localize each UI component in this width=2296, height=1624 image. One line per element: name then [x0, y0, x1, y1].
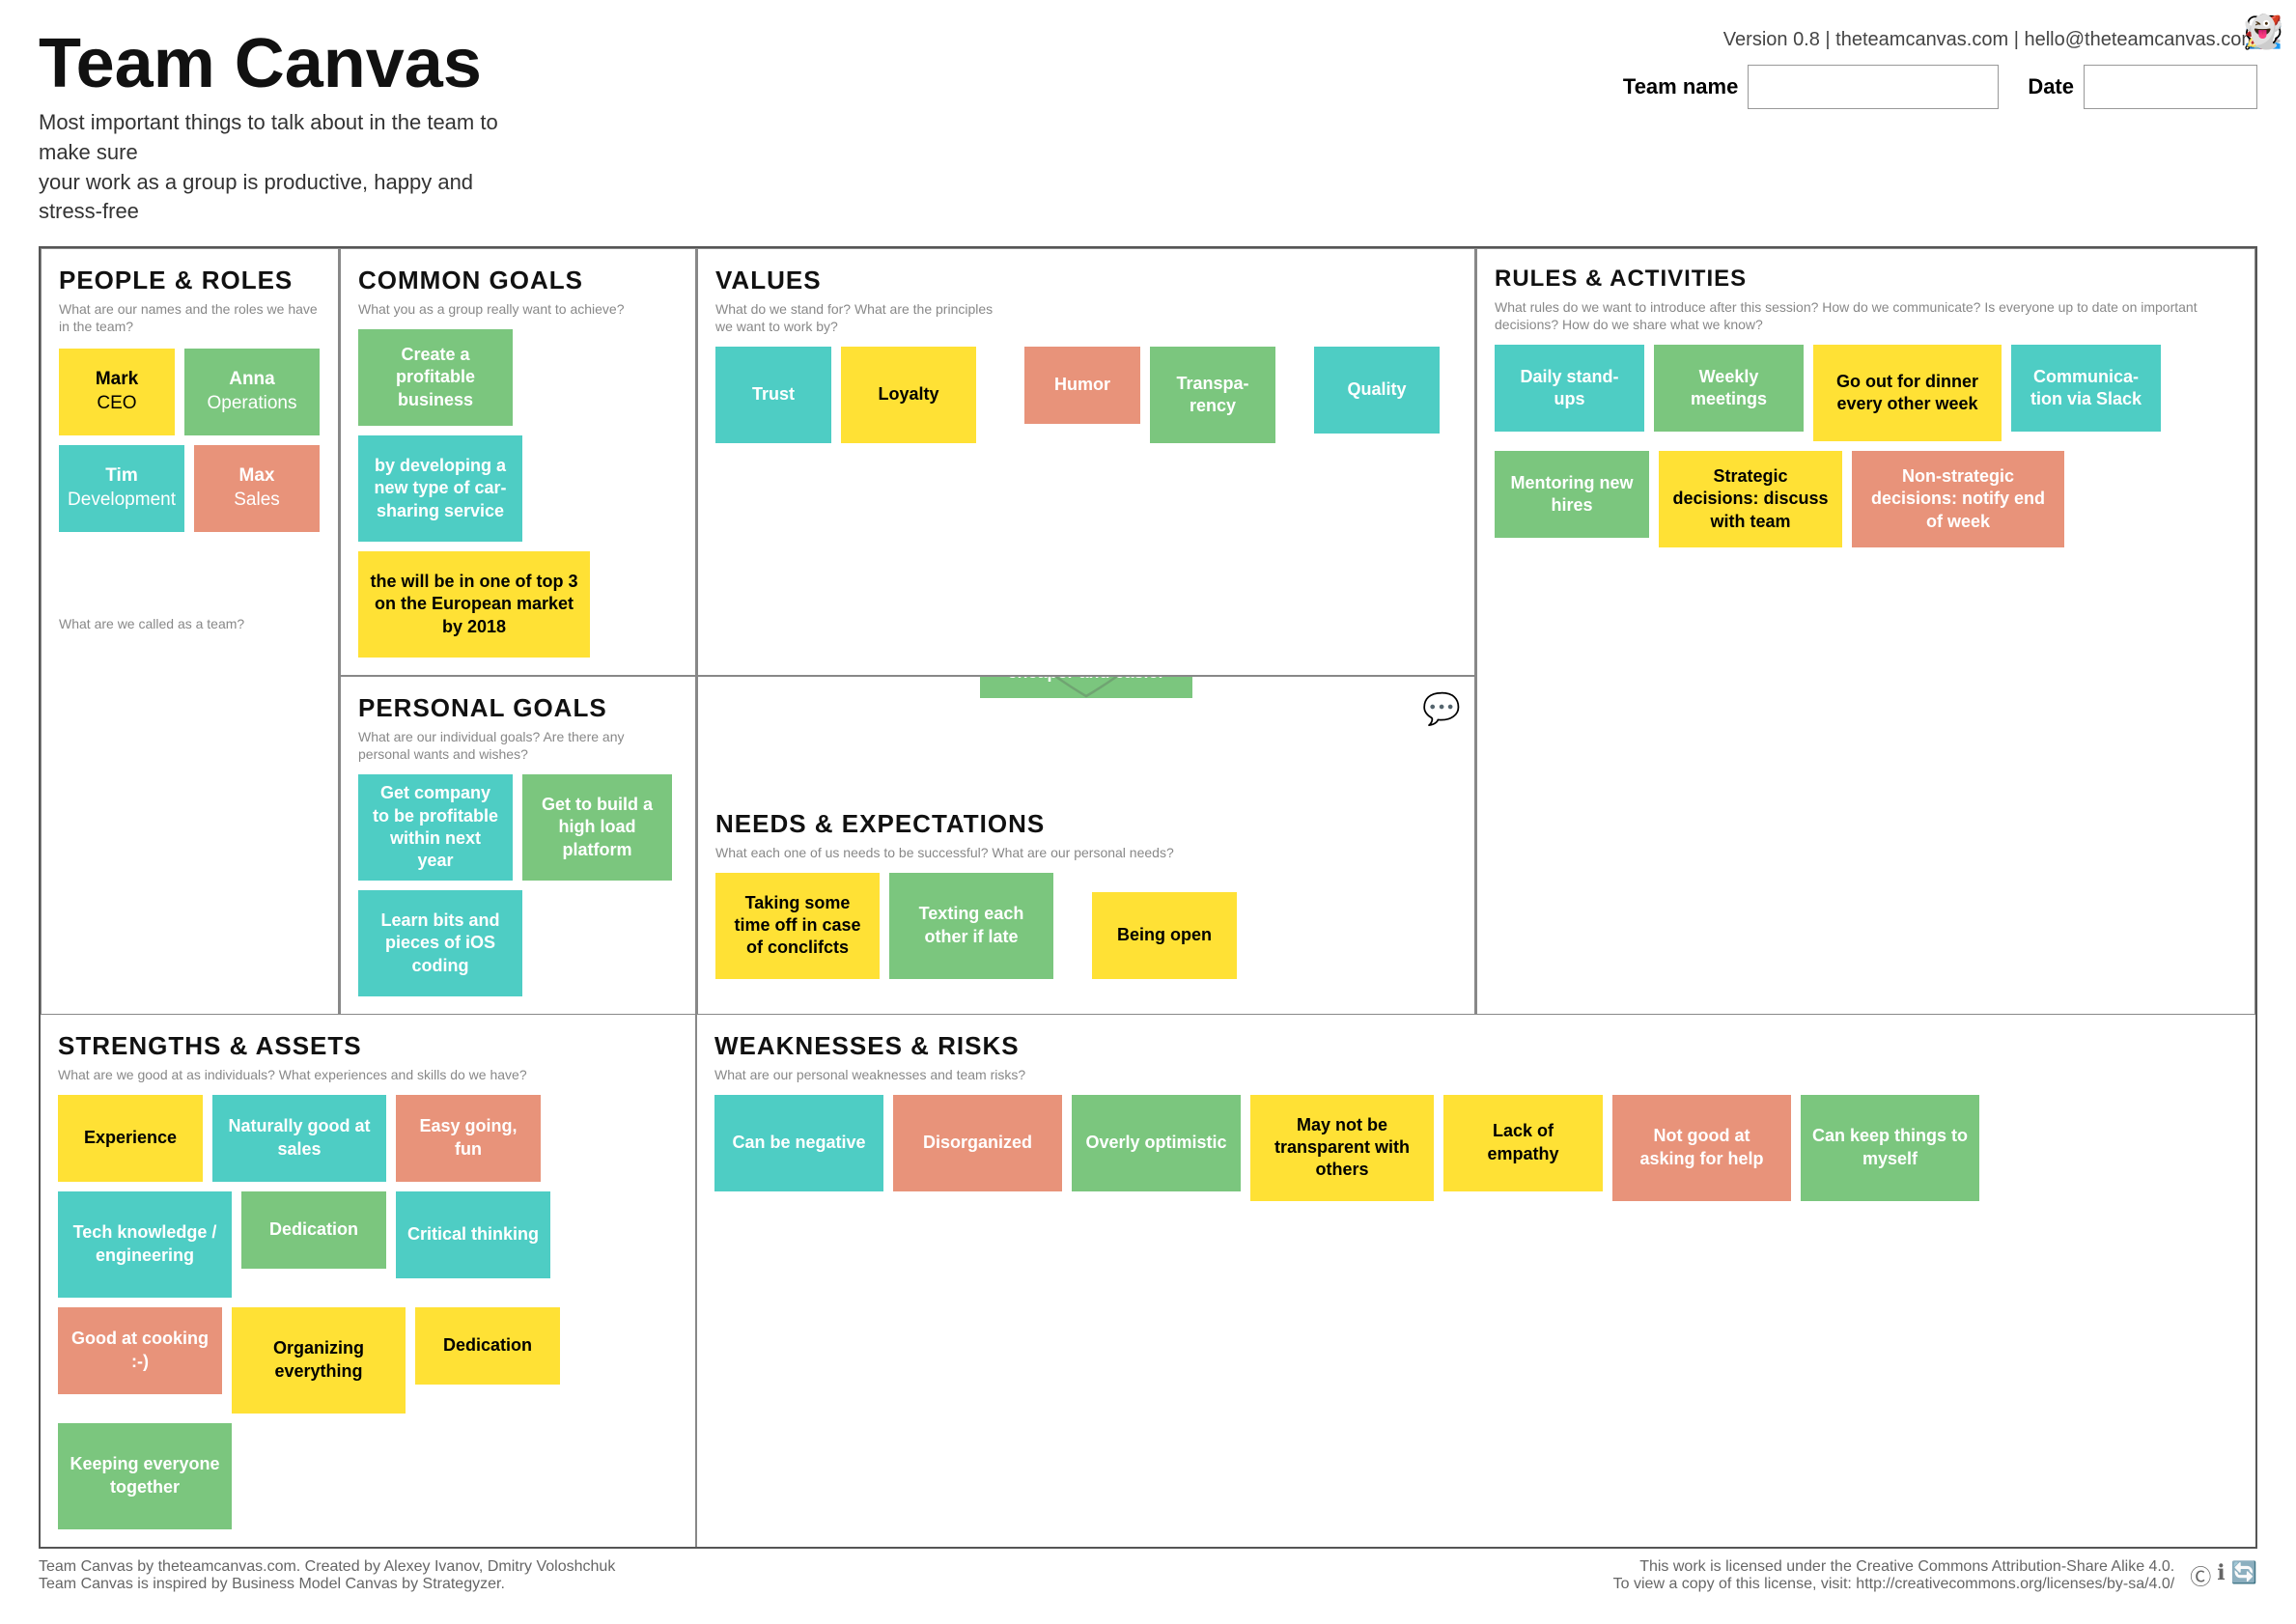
team-name-label: Team name [1623, 74, 1738, 99]
note-weekly-meetings: Weekly meetings [1654, 345, 1804, 432]
note-carsharing: by developing a new type of car-sharing … [358, 435, 522, 542]
note-time-off: Taking some time off in case of conclifc… [715, 873, 880, 979]
note-trust: Trust [715, 347, 831, 443]
note-keep-things: Can keep things to myself [1801, 1095, 1979, 1201]
people-grid: MarkCEO AnnaOperations TimDevelopment Ma… [59, 349, 321, 532]
goals-notes: Create a profitable business by developi… [358, 329, 678, 658]
footer-right-text: This work is licensed under the Creative… [1613, 1558, 2175, 1593]
note-profitable-year: Get company to be profitable within next… [358, 774, 513, 881]
note-dedication1: Dedication [241, 1191, 386, 1269]
rules-section: RULES & ACTIVITIES What rules do we want… [1476, 248, 2255, 1015]
note-transparency: Transpa-rency [1150, 347, 1275, 443]
page: Team Canvas Most important things to tal… [0, 0, 2296, 1624]
header-left: Team Canvas Most important things to tal… [39, 29, 521, 227]
note-top3: the will be in one of top 3 on the Europ… [358, 551, 590, 658]
date-input[interactable] [2084, 65, 2257, 109]
strengths-header: STRENGTHS & ASSETS What are we good at a… [58, 1032, 678, 1083]
needs-header: NEEDS & EXPECTATIONS What each one of us… [715, 810, 1457, 861]
note-texting: Texting each other if late [889, 873, 1053, 979]
values-header: VALUES What do we stand for? What are th… [715, 266, 1457, 335]
person-mark: MarkCEO [59, 349, 175, 435]
share-icon: 🔄 [2231, 1560, 2257, 1591]
note-nonstrategic: Non-strategic decisions: notify end of w… [1852, 451, 2064, 547]
note-strategic: Strategic decisions: discuss with team [1659, 451, 1842, 547]
section-header: PEOPLE & ROLES What are our names and th… [59, 266, 321, 335]
needs-section: PURPOSE Make people more connected by ma… [697, 676, 1476, 1015]
personal-goals-header: PERSONAL GOALS What are our individual g… [358, 694, 678, 763]
footer-right: This work is licensed under the Creative… [1613, 1558, 2257, 1593]
person-anna: AnnaOperations [184, 349, 320, 435]
note-slack: Communica-tion via Slack [2011, 345, 2161, 432]
note-disorganized: Disorganized [893, 1095, 1062, 1191]
note-being-open: Being open [1092, 892, 1237, 979]
note-negative: Can be negative [714, 1095, 883, 1191]
note-organizing: Organizing everything [232, 1307, 406, 1414]
note-transparent: May not be transparent with others [1250, 1095, 1434, 1201]
note-optimistic: Overly optimistic [1072, 1095, 1241, 1191]
note-ios: Learn bits and pieces of iOS coding [358, 890, 522, 996]
needs-icon: 💬 [1422, 690, 1461, 727]
weaknesses-icon: 👻 [2244, 14, 2282, 50]
weaknesses-notes: Can be negative Disorganized Overly opti… [714, 1095, 2238, 1201]
rules-header: RULES & ACTIVITIES What rules do we want… [1495, 266, 2237, 333]
date-label: Date [2028, 74, 2074, 99]
purpose-overlay: PURPOSE Make people more connected by ma… [980, 676, 1192, 698]
needs-notes: Taking some time off in case of conclifc… [715, 873, 1457, 979]
note-daily-standups: Daily stand-ups [1495, 345, 1644, 432]
note-experience: Experience [58, 1095, 203, 1182]
date-group: Date [2028, 65, 2257, 109]
bottom-row: STRENGTHS & ASSETS What are we good at a… [41, 1015, 2255, 1547]
team-name-prompt: What are we called as a team? [59, 615, 321, 632]
personal-goals-section: PERSONAL GOALS What are our individual g… [340, 676, 697, 1015]
note-dedication2: Dedication [415, 1307, 560, 1385]
info-icon: ℹ [2217, 1560, 2225, 1591]
note-tech: Tech knowledge / engineering [58, 1191, 232, 1298]
app-subtitle: Most important things to talk about in t… [39, 108, 521, 227]
note-mentoring: Mentoring new hires [1495, 451, 1649, 538]
note-quality: Quality [1314, 347, 1440, 434]
header: Team Canvas Most important things to tal… [39, 29, 2257, 227]
note-profitable-business: Create a profitable business [358, 329, 513, 426]
version-info: Version 0.8 | theteamcanvas.com | hello@… [1723, 29, 2257, 51]
note-empathy: Lack of empathy [1443, 1095, 1603, 1191]
team-name-group: Team name [1623, 65, 1999, 109]
note-critical: Critical thinking [396, 1191, 550, 1278]
canvas: PEOPLE & ROLES What are our names and th… [39, 246, 2257, 1549]
personal-notes: Get company to be profitable within next… [358, 774, 678, 996]
person-tim: TimDevelopment [59, 445, 184, 532]
goals-section: COMMON GOALS What you as a group really … [340, 248, 697, 676]
main-grid: PEOPLE & ROLES What are our names and th… [41, 248, 2255, 1015]
note-sales: Naturally good at sales [212, 1095, 386, 1182]
strengths-section: STRENGTHS & ASSETS What are we good at a… [41, 1015, 697, 1547]
note-keeping-together: Keeping everyone together [58, 1423, 232, 1529]
section-title-people: PEOPLE & ROLES What are our names and th… [59, 266, 321, 335]
goals-header: COMMON GOALS What you as a group really … [358, 266, 678, 318]
header-right: Version 0.8 | theteamcanvas.com | hello@… [1623, 29, 2257, 109]
person-max: MaxSales [194, 445, 320, 532]
weaknesses-header: WEAKNESSES & RISKS What are our personal… [714, 1032, 2238, 1083]
note-loyalty: Loyalty [841, 347, 976, 443]
rules-notes: Daily stand-ups Weekly meetings Go out f… [1495, 345, 2237, 547]
note-easygoing: Easy going, fun [396, 1095, 541, 1182]
app-title: Team Canvas [39, 29, 521, 98]
strengths-notes: Experience Naturally good at sales Easy … [58, 1095, 678, 1529]
footer-left: Team Canvas by theteamcanvas.com. Create… [39, 1558, 615, 1593]
purpose-heart-svg [922, 676, 1250, 735]
note-highload: Get to build a high load platform [522, 774, 672, 881]
footer: Team Canvas by theteamcanvas.com. Create… [39, 1558, 2257, 1593]
weaknesses-section: WEAKNESSES & RISKS What are our personal… [697, 1015, 2255, 1547]
people-section: PEOPLE & ROLES What are our names and th… [41, 248, 340, 1015]
note-humor: Humor [1024, 347, 1140, 424]
team-name-input[interactable] [1748, 65, 1999, 109]
footer-icons: Ⓒ ℹ 🔄 [2190, 1560, 2257, 1591]
header-fields: Team name Date [1623, 65, 2257, 109]
note-cooking: Good at cooking :-) [58, 1307, 222, 1394]
cc-icon: Ⓒ [2190, 1560, 2211, 1591]
values-section: VALUES What do we stand for? What are th… [697, 248, 1476, 676]
values-notes: Trust Loyalty Humor Transpa-rency Qualit… [715, 347, 1457, 443]
note-dinner: Go out for dinner every other week [1813, 345, 2002, 441]
note-asking-help: Not good at asking for help [1612, 1095, 1791, 1201]
